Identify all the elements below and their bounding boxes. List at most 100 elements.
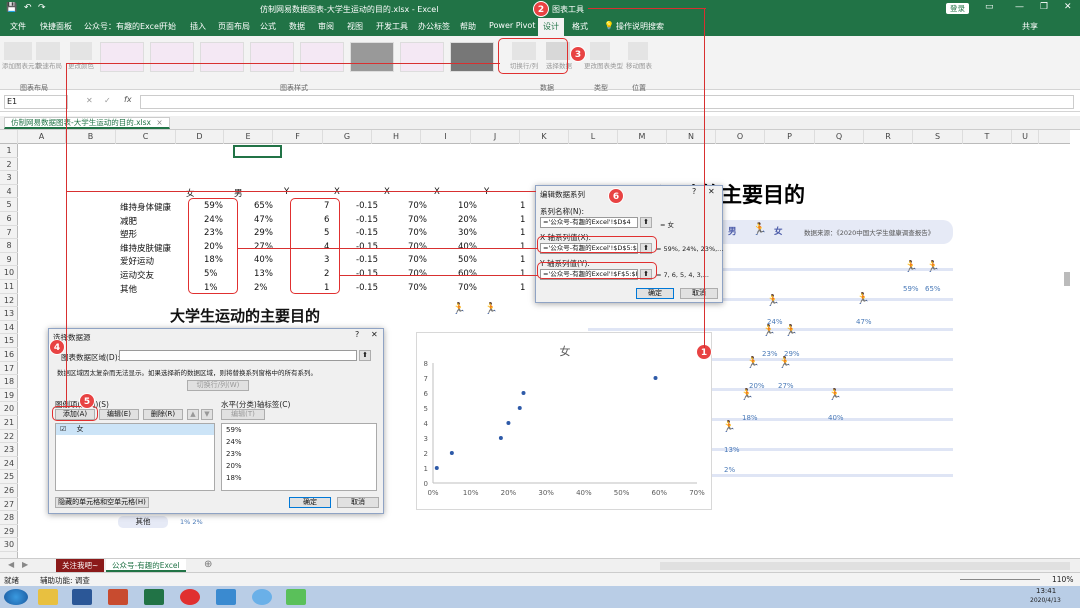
minimize-icon[interactable]: — [1015,2,1024,12]
column-header-q[interactable]: Q [815,130,864,144]
table-cell[interactable]: 47% [254,215,273,225]
change-colors-button[interactable]: 更改颜色 [66,60,96,70]
move-chart-icon[interactable] [628,42,648,60]
column-header-m[interactable]: M [618,130,667,144]
table-cell[interactable]: 50% [458,255,477,265]
tab-public-account[interactable]: 公众号：有趣的Excel [84,21,161,32]
help-icon[interactable]: ? [355,330,359,339]
table-cell[interactable]: -0.15 [356,269,378,279]
save-icon[interactable]: 💾 [6,3,17,13]
add-sheet-icon[interactable]: ⊕ [204,559,212,570]
row-header-25[interactable]: 25 [0,470,18,484]
column-header-n[interactable]: N [667,130,716,144]
sheet-tab[interactable]: 关注我吧~ [56,559,105,572]
name-box[interactable]: E1 [4,95,68,109]
row-header-17[interactable]: 17 [0,362,18,376]
table-cell[interactable]: 1 [520,255,525,265]
table-cell[interactable]: 1 [520,228,525,238]
table-cell[interactable]: 70% [408,255,427,265]
zoom-level[interactable]: 110% [1052,575,1073,584]
row-header-13[interactable]: 13 [0,307,18,321]
column-header-j[interactable]: J [471,130,520,144]
collapse-icon[interactable]: ⬆ [640,217,652,228]
tab-developer[interactable]: 开发工具 [376,21,408,32]
sheet-area[interactable]: 女男YXXXY维持身体健康59%65%7-0.1570%10%1减肥24%47%… [18,144,1070,558]
table-cell[interactable]: 60% [458,269,477,279]
column-header-f[interactable]: F [273,130,323,144]
table-cell[interactable]: -0.15 [356,228,378,238]
row-header-30[interactable]: 30 [0,538,18,552]
ok-button[interactable]: 确定 [636,288,674,299]
edit-series-button[interactable]: 编辑(E) [99,409,139,420]
row-header-10[interactable]: 10 [0,266,18,280]
change-colors-icon[interactable] [70,42,92,60]
table-cell[interactable]: -0.15 [356,201,378,211]
row-label[interactable]: 运动交友 [120,269,154,281]
row-header-12[interactable]: 12 [0,294,18,308]
row-header-11[interactable]: 11 [0,280,18,294]
start-icon[interactable] [4,589,28,605]
row-header-27[interactable]: 27 [0,498,18,512]
column-header-c[interactable]: C [116,130,176,144]
row-header-21[interactable]: 21 [0,416,18,430]
scatter-point[interactable] [434,466,439,470]
enter-icon[interactable]: ✓ [104,96,111,105]
table-cell[interactable]: 70% [408,269,427,279]
row-header-29[interactable]: 29 [0,525,18,539]
move-down-icon[interactable]: ▼ [201,409,213,420]
word-icon[interactable] [72,589,92,605]
scatter-point[interactable] [517,406,522,410]
row-header-2[interactable]: 2 [0,158,18,172]
row-header-7[interactable]: 7 [0,226,18,240]
table-cell[interactable]: -0.15 [356,255,378,265]
table-cell[interactable]: 29% [254,228,273,238]
row-header-28[interactable]: 28 [0,511,18,525]
column-header-a[interactable]: A [18,130,66,144]
table-cell[interactable]: 70% [408,215,427,225]
redo-icon[interactable]: ↷ [38,3,46,13]
column-header-u[interactable]: U [1012,130,1039,144]
table-cell[interactable]: 70% [408,242,427,252]
change-chart-type-icon[interactable] [590,42,610,60]
table-cell[interactable]: 13% [254,269,273,279]
table-cell[interactable]: 40% [458,242,477,252]
tab-file[interactable]: 文件 [10,21,26,32]
scatter-chart[interactable]: 女 0 1 2 3 4 5 6 7 8 0% 10% 20% 30% 40% 50% 60% 70% [416,332,712,510]
tab-help[interactable]: 帮助 [460,21,476,32]
workbook-tab[interactable]: 仿制网易数据图表-大学生运动的目的.xlsx × [4,117,170,129]
tell-me-search[interactable]: 操作说明搜索 [616,21,664,32]
select-all-corner[interactable] [0,130,18,144]
switch-row-col-button[interactable]: 切换行/列(W) [187,380,249,391]
table-cell[interactable]: 1 [520,215,525,225]
ok-button[interactable]: 确定 [289,497,331,508]
table-cell[interactable]: 2% [254,283,268,293]
cancel-button[interactable]: 取消 [680,288,718,299]
column-header-o[interactable]: O [716,130,765,144]
table-cell[interactable]: 65% [254,201,273,211]
table-cell[interactable]: 20% [458,215,477,225]
column-header-h[interactable]: H [372,130,421,144]
formula-input[interactable] [140,95,1074,109]
close-icon[interactable]: ✕ [708,187,715,196]
series-name-input[interactable]: ='公众号-有趣的Excel'!$D$4 [540,217,638,228]
row-header-15[interactable]: 15 [0,334,18,348]
next-sheet-icon[interactable]: ▶ [22,560,28,569]
delete-series-button[interactable]: 删除(R) [143,409,183,420]
wechat-icon[interactable] [286,589,306,605]
table-cell[interactable]: -0.15 [356,215,378,225]
scatter-point[interactable] [498,436,503,440]
row-header-3[interactable]: 3 [0,171,18,185]
fx-icon[interactable]: fx [124,95,132,104]
row-header-20[interactable]: 20 [0,402,18,416]
row-header-14[interactable]: 14 [0,321,18,335]
netease-icon[interactable] [180,589,200,605]
table-cell[interactable]: -0.15 [356,242,378,252]
excel-icon[interactable] [144,589,164,605]
tab-page-layout[interactable]: 页面布局 [218,21,250,32]
column-header-k[interactable]: K [520,130,569,144]
tab-review[interactable]: 审阅 [318,21,334,32]
powerpoint-icon[interactable] [108,589,128,605]
row-label[interactable]: 爱好运动 [120,255,154,267]
row-header-24[interactable]: 24 [0,457,18,471]
column-header-s[interactable]: S [913,130,963,144]
